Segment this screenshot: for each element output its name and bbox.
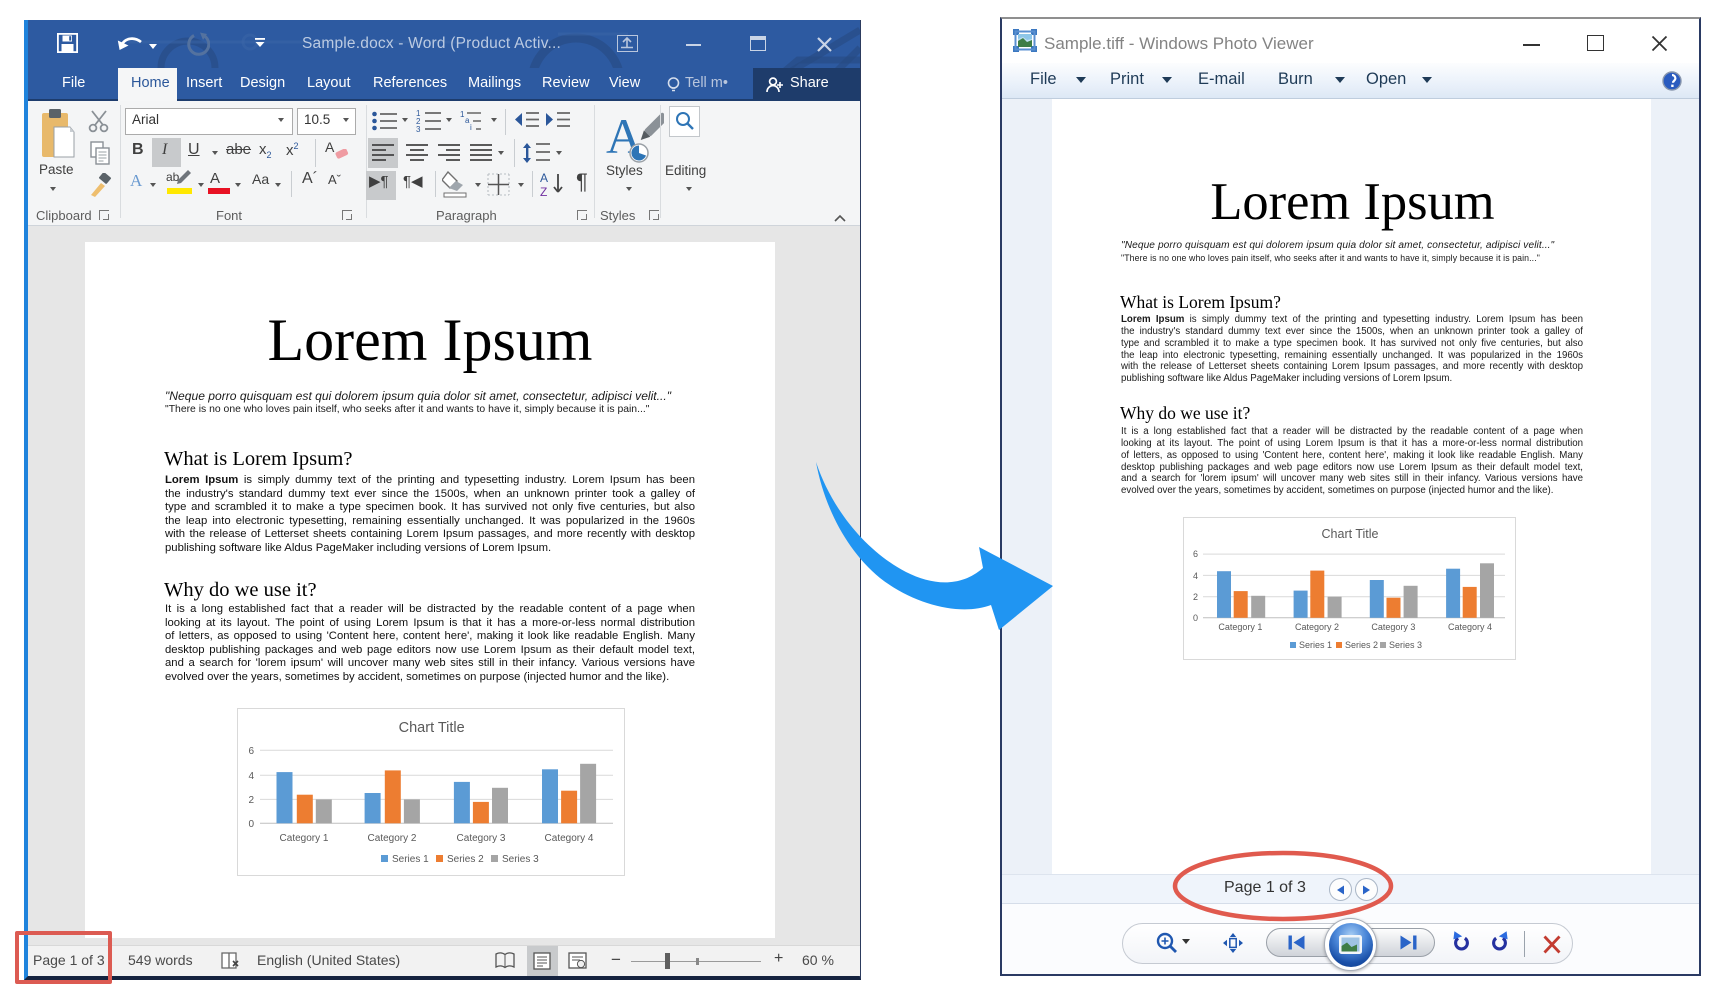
svg-text:Series 3: Series 3: [502, 854, 539, 865]
svg-text:2: 2: [1192, 592, 1197, 602]
svg-text:Category 4: Category 4: [1447, 622, 1491, 632]
svg-text:Category 2: Category 2: [367, 833, 416, 844]
svg-text:0: 0: [248, 819, 254, 830]
svg-text:Category 1: Category 1: [279, 833, 328, 844]
svg-text:6: 6: [248, 746, 254, 757]
svg-text:Category 3: Category 3: [1371, 622, 1415, 632]
svg-text:0: 0: [1192, 613, 1197, 623]
svg-text:3: 3: [416, 125, 421, 133]
svg-text:6: 6: [1192, 549, 1197, 559]
svg-text:Series 2: Series 2: [1345, 640, 1378, 650]
svg-text:A: A: [540, 171, 548, 185]
svg-text:Series 3: Series 3: [1389, 640, 1422, 650]
svg-text:i: i: [470, 123, 472, 132]
svg-text:Series 1: Series 1: [1299, 640, 1332, 650]
svg-text:Z: Z: [540, 185, 547, 198]
svg-text:Category 4: Category 4: [544, 833, 593, 844]
svg-text:Series 2: Series 2: [447, 854, 484, 865]
svg-text:Category 2: Category 2: [1294, 622, 1338, 632]
svg-text:Category 1: Category 1: [1218, 622, 1262, 632]
svg-text:Category 3: Category 3: [456, 833, 505, 844]
svg-text:4: 4: [1192, 571, 1197, 581]
svg-text:Series 1: Series 1: [392, 854, 429, 865]
svg-text:4: 4: [248, 771, 254, 782]
svg-text:2: 2: [248, 795, 254, 806]
